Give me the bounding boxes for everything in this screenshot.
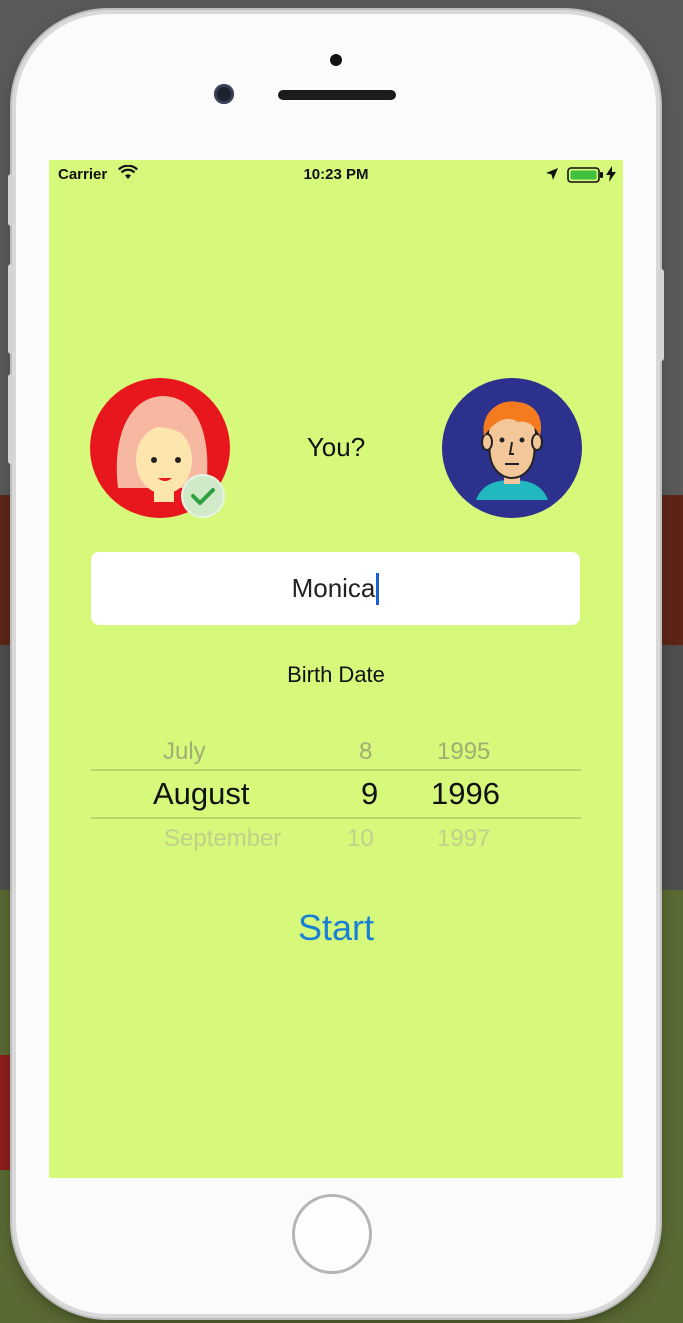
male-face-icon (476, 401, 548, 500)
proximity-sensor (330, 54, 342, 66)
name-input-value: Monica (291, 573, 376, 603)
home-button[interactable] (292, 1194, 372, 1274)
battery-icon (567, 167, 605, 187)
picker-day-prev[interactable]: 8 (359, 738, 372, 766)
status-bar: Carrier 10:23 PM (49, 160, 623, 190)
earpiece-speaker (278, 90, 396, 100)
picker-selection-top-line (91, 769, 581, 771)
front-camera (214, 84, 234, 104)
picker-day-next[interactable]: 10 (347, 825, 374, 853)
birth-date-label: Birth Date (287, 662, 385, 687)
picker-year-prev[interactable]: 1995 (437, 738, 490, 766)
location-arrow-icon (545, 167, 559, 185)
app-screen: Carrier 10:23 PM You? Monica Birth Date … (49, 160, 623, 1178)
status-time: 10:23 PM (303, 166, 369, 183)
start-button[interactable]: Start (49, 907, 623, 949)
volume-up-button (8, 264, 14, 354)
birth-date-picker[interactable]: July August September 8 9 10 1995 1996 1… (91, 730, 581, 853)
background-page-red-tab (0, 1055, 14, 1170)
power-button (658, 269, 664, 361)
picker-month-prev[interactable]: July (163, 738, 206, 766)
picker-month-selected[interactable]: August (153, 776, 250, 812)
volume-down-button (8, 374, 14, 464)
selected-check-icon (183, 476, 223, 516)
male-avatar-button[interactable] (442, 378, 582, 518)
picker-day-selected[interactable]: 9 (361, 776, 378, 812)
picker-year-next[interactable]: 1997 (437, 825, 490, 853)
picker-month-next[interactable]: September (164, 825, 281, 853)
mute-switch (8, 174, 14, 226)
charging-bolt-icon (606, 166, 616, 186)
picker-year-selected[interactable]: 1996 (431, 776, 500, 812)
text-caret (376, 572, 380, 605)
name-input[interactable]: Monica (91, 552, 580, 625)
picker-selection-bottom-line (91, 817, 581, 819)
